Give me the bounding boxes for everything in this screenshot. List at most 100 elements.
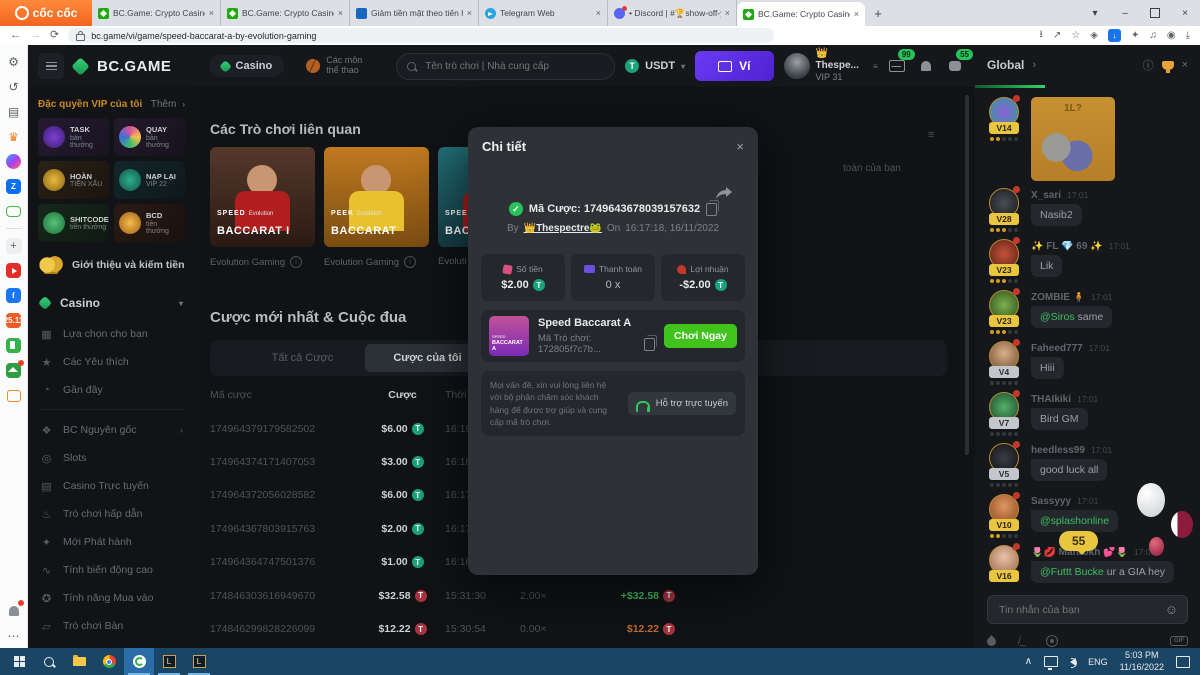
messenger-icon[interactable] bbox=[5, 153, 22, 170]
forward-icon[interactable]: → bbox=[30, 30, 41, 41]
games-icon[interactable] bbox=[5, 203, 22, 220]
game-thumbnail[interactable]: PEEK EvolutionBACCARAT bbox=[324, 147, 429, 247]
sidebar-item-table-games[interactable]: ▱Trò chơi Bàn bbox=[38, 612, 185, 640]
chat-rules-icon[interactable]: /_ bbox=[1018, 636, 1024, 647]
browser-tab[interactable]: BC.Game: Crypto Casino Gam× bbox=[92, 0, 221, 26]
file-explorer-icon[interactable] bbox=[64, 648, 94, 675]
cashback-card[interactable]: HOÀNTIỀN XẤU bbox=[38, 161, 109, 199]
shield-icon[interactable]: ◈ bbox=[1090, 30, 1098, 41]
league-client-icon[interactable]: L bbox=[154, 648, 184, 675]
dart-icon[interactable] bbox=[1046, 635, 1058, 647]
youtube-icon[interactable] bbox=[5, 262, 22, 279]
tab-close-icon[interactable]: × bbox=[209, 8, 214, 18]
search-input[interactable] bbox=[423, 60, 597, 73]
sidebar-item-hot-games[interactable]: ♨Trò chơi hấp dẫn bbox=[38, 500, 185, 528]
modal-close-icon[interactable]: × bbox=[736, 139, 744, 154]
browser-tab-active[interactable]: BC.Game: Crypto Casino Gam× bbox=[737, 2, 865, 26]
referral-link[interactable]: Giới thiệu và kiếm tiền bbox=[38, 256, 185, 274]
chat-username[interactable]: THAIkiki bbox=[1031, 394, 1071, 405]
chat-input-box[interactable]: ☺ bbox=[987, 595, 1188, 624]
lock-icon[interactable] bbox=[76, 34, 85, 41]
shop-cart-icon[interactable] bbox=[5, 387, 22, 404]
volume-icon[interactable] bbox=[1070, 658, 1076, 666]
recharge-card[interactable]: NẠP LẠIVIP 22 bbox=[114, 161, 185, 199]
chat-username[interactable]: ZOMBIE 🧍 bbox=[1031, 292, 1085, 303]
task-bonus-card[interactable]: TASKbản thưởng bbox=[38, 118, 109, 156]
reading-list-icon[interactable]: ▤ bbox=[5, 103, 22, 120]
chat-username[interactable]: Sassyyy bbox=[1031, 496, 1071, 507]
notifications-bell-icon[interactable] bbox=[5, 602, 22, 619]
emoji-icon[interactable]: ☺ bbox=[1165, 602, 1178, 617]
game-card[interactable]: PEEK EvolutionBACCARAT Evolution Gamingi bbox=[324, 147, 429, 268]
share-icon[interactable]: ↗ bbox=[1053, 30, 1061, 41]
sidebar-item-live-casino[interactable]: ▤Casino Trực tuyến bbox=[38, 472, 185, 500]
bookmark-star-icon[interactable]: ☆ bbox=[1071, 30, 1080, 41]
mention[interactable]: @Futtt Bucke bbox=[1040, 566, 1104, 578]
media-icon[interactable]: ♫ bbox=[1149, 30, 1157, 41]
maximize-button[interactable] bbox=[1140, 0, 1170, 26]
facebook-icon[interactable]: f bbox=[5, 287, 22, 304]
copy-icon[interactable] bbox=[706, 203, 717, 216]
network-icon[interactable] bbox=[1044, 656, 1058, 667]
user-menu-icon[interactable]: ≡ bbox=[873, 62, 878, 71]
back-icon[interactable]: ← bbox=[10, 30, 21, 41]
chat-room-title[interactable]: Global bbox=[987, 58, 1024, 72]
avatar[interactable] bbox=[784, 53, 810, 79]
save-page-icon[interactable]: ⭳ bbox=[1039, 27, 1043, 44]
chat-username[interactable]: Faheed777 bbox=[1031, 343, 1083, 354]
language-indicator[interactable]: ENG bbox=[1088, 657, 1108, 667]
bcgame-logo-text[interactable]: BC.GAME bbox=[97, 58, 171, 75]
taskbar-search-icon[interactable] bbox=[34, 648, 64, 675]
new-tab-button[interactable]: + bbox=[865, 0, 891, 26]
game-search[interactable] bbox=[396, 53, 615, 80]
unread-count-badge[interactable]: 55 bbox=[1059, 531, 1098, 551]
history-icon[interactable]: ↺ bbox=[5, 78, 22, 95]
sidebar-item-casino[interactable]: Casino▾ bbox=[38, 290, 185, 316]
hamburger-menu-icon[interactable] bbox=[38, 53, 64, 79]
minimize-button[interactable]: – bbox=[1110, 0, 1140, 26]
sidebar-item-slots[interactable]: ◎Slots bbox=[38, 444, 185, 472]
wallet-button[interactable]: Ví bbox=[695, 51, 773, 81]
tray-expand-icon[interactable]: ∧ bbox=[1025, 656, 1032, 667]
shitcode-card[interactable]: SHITCODEtiền thưởng bbox=[38, 204, 109, 242]
chrome-icon[interactable] bbox=[94, 648, 124, 675]
bet-user[interactable]: 👑Thespectre🐸 bbox=[524, 223, 602, 234]
chat-info-icon[interactable]: ⓘ bbox=[1143, 57, 1154, 73]
sidebar-item-favorites[interactable]: ★Các Yêu thích bbox=[38, 348, 185, 376]
download-icon[interactable]: ↓ bbox=[1108, 29, 1121, 42]
url-box[interactable]: bc.game/vi/game/speed-baccarat-a-by-evol… bbox=[68, 28, 774, 43]
chat-username[interactable]: ✨ FL 💎 69 ✨ bbox=[1031, 241, 1103, 252]
tab-close-icon[interactable]: × bbox=[467, 8, 472, 18]
sidebar-item-high-volatility[interactable]: ∿Tính biến động cao bbox=[38, 556, 185, 584]
chat-image-attachment[interactable]: 1L? bbox=[1031, 97, 1115, 181]
currency-selector[interactable]: T USDT ▾ bbox=[625, 59, 685, 73]
live-support-button[interactable]: Hỗ trợ trực tuyến bbox=[628, 392, 736, 415]
info-icon[interactable]: i bbox=[404, 256, 416, 268]
game-thumbnail[interactable]: SPEEDBACCARAT A bbox=[489, 316, 529, 356]
coccoc-logo[interactable]: cốc cốc bbox=[0, 0, 92, 26]
tab-close-icon[interactable]: × bbox=[854, 9, 859, 19]
tab-close-icon[interactable]: × bbox=[725, 8, 730, 18]
bcd-bonus-card[interactable]: BCDtiền thưởng bbox=[114, 204, 185, 242]
chat-username[interactable]: heedless99 bbox=[1031, 445, 1085, 456]
spin-bonus-card[interactable]: QUAYbản thưởng bbox=[114, 118, 185, 156]
sidebar-item-bc-originals[interactable]: ❖BC Nguyên gốc› bbox=[38, 416, 185, 444]
rain-icon[interactable] bbox=[985, 635, 998, 648]
coccoc-taskbar-icon[interactable] bbox=[124, 648, 154, 675]
sidebar-item-new-releases[interactable]: ✦Mới Phát hành bbox=[38, 528, 185, 556]
settings-gear-icon[interactable]: ⚙ bbox=[5, 53, 22, 70]
start-button[interactable] bbox=[4, 648, 34, 675]
sidebar-item-picks[interactable]: ▦Lựa chọn cho bạn bbox=[38, 320, 185, 348]
chat-close-icon[interactable]: × bbox=[1182, 59, 1188, 71]
mention[interactable]: @splashonline bbox=[1040, 515, 1109, 527]
tab-search-icon[interactable]: ▾ bbox=[1080, 0, 1110, 26]
add-shortcut-icon[interactable]: + bbox=[5, 237, 22, 254]
gif-icon[interactable]: GIF bbox=[1170, 636, 1188, 646]
reload-icon[interactable]: ⟳ bbox=[50, 30, 59, 41]
browser-tab[interactable]: Giảm tiền mặt theo tiến hóa× bbox=[350, 0, 479, 26]
mention[interactable]: @Siros bbox=[1040, 311, 1075, 323]
downloads-tray-icon[interactable]: ⤓ bbox=[1186, 30, 1190, 41]
scrollbar[interactable] bbox=[965, 95, 969, 455]
browser-tab[interactable]: • Discord | #🏆show-off-you× bbox=[608, 0, 737, 26]
game-card[interactable]: SPEED EvolutionBACCARAT I Evolution Gami… bbox=[210, 147, 315, 268]
